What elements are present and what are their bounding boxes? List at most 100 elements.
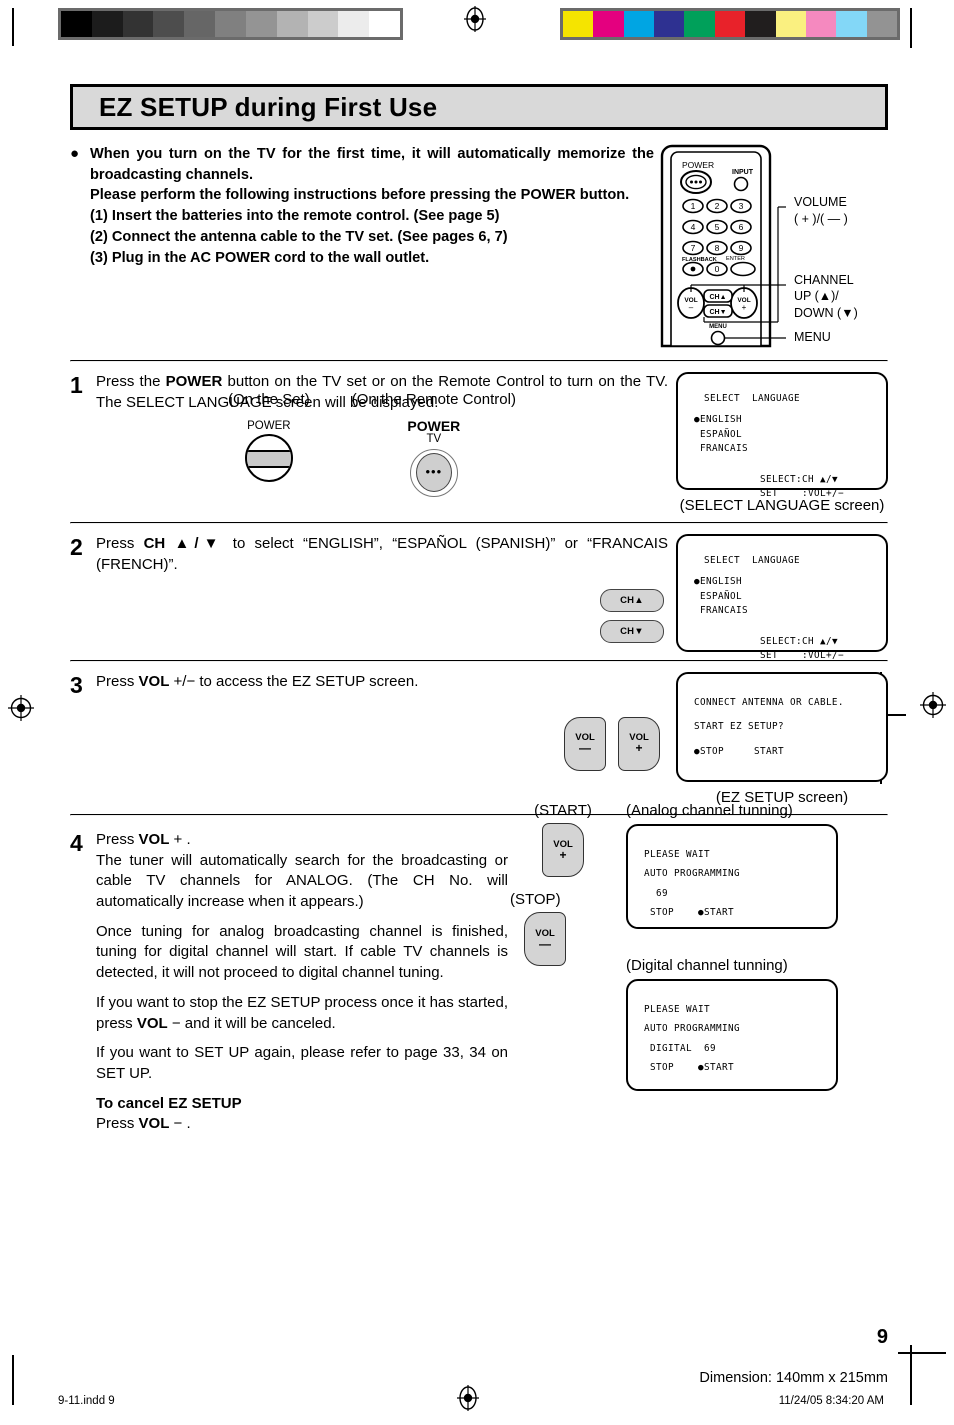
step-4-para-tuner: The tuner will automatically search for … <box>96 851 508 911</box>
remote-power-label: POWER <box>407 418 461 435</box>
svg-text:ENTER: ENTER <box>726 256 745 262</box>
osd-option-espanol[interactable]: ESPAÑOL <box>694 428 874 442</box>
osd-option-francais[interactable]: FRANCAIS <box>694 604 874 618</box>
gray-swatch <box>122 11 154 37</box>
remote-control-diagram: POWER INPUT 1 2 3 4 5 6 7 8 9 FLASHBACK … <box>660 144 888 354</box>
color-swatch <box>623 11 655 37</box>
footer-filename: 9-11.indd 9 <box>58 1395 115 1407</box>
select-language-screen: SELECT LANGUAGE ●ENGLISH ESPAÑOL FRANCAI… <box>676 372 888 499</box>
callout-menu: MENU <box>794 330 831 344</box>
svg-text:2: 2 <box>715 201 720 211</box>
ch-down-button[interactable]: CH▼ <box>600 620 664 644</box>
color-calibration-bars <box>560 8 900 40</box>
color-swatch <box>593 11 624 37</box>
osd-stop-start-options[interactable]: STOP ●START <box>644 906 824 920</box>
osd-option-english[interactable]: ●ENGLISH <box>694 413 874 427</box>
gray-swatch <box>153 11 185 37</box>
osd-stop-start-options[interactable]: ●STOP START <box>694 745 874 759</box>
color-swatch <box>563 11 594 37</box>
osd-title: SELECT LANGUAGE <box>704 555 800 566</box>
osd-start-ez-setup: START EZ SETUP? <box>694 721 784 733</box>
ch-up-button[interactable]: CH▲ <box>600 589 664 613</box>
page-number: 9 <box>876 1326 888 1348</box>
svg-text:3: 3 <box>739 201 744 211</box>
gray-swatch <box>61 11 92 37</box>
step-3: 3 Press VOL +/− to access the EZ SETUP s… <box>70 662 888 814</box>
step-2-screen-column: SELECT LANGUAGE ●ENGLISH ESPAÑOL FRANCAI… <box>676 534 888 661</box>
color-swatch <box>805 11 837 37</box>
color-swatch <box>684 11 715 37</box>
step-4-buttons-column: (START) VOL + (STOP) VOL — <box>508 802 618 1135</box>
intro-line-1: When you turn on the TV for the first ti… <box>90 146 654 183</box>
step-number: 1 <box>70 372 83 398</box>
intro-line-2: Please perform the following instruction… <box>90 187 630 204</box>
callout-volume: VOLUME ( + )/( — ) <box>794 195 848 226</box>
step-4-text: Press VOL + . The tuner will automatical… <box>96 830 508 1135</box>
callout-channel: CHANNEL UP (▲)/ DOWN (▼) <box>794 273 858 320</box>
gray-swatch <box>184 11 216 37</box>
grayscale-calibration-bars <box>58 8 403 40</box>
svg-text:7: 7 <box>691 243 696 253</box>
osd-hint-select: SELECT:CH ▲/▼ <box>760 635 838 647</box>
on-the-remote-group: (On the Remote Control) POWER TV ••• <box>352 391 516 497</box>
svg-text:1: 1 <box>691 201 696 211</box>
stop-label: (STOP) <box>510 891 561 908</box>
registration-mark-icon <box>455 1385 481 1411</box>
osd-option-english[interactable]: ●ENGLISH <box>694 575 874 589</box>
registration-mark-icon <box>462 6 488 32</box>
osd-connect-antenna: CONNECT ANTENNA OR CABLE. <box>694 697 844 708</box>
intro-text-block: ● When you turn on the TV for the first … <box>70 144 654 354</box>
registration-mark-icon <box>920 692 946 718</box>
step-number: 2 <box>70 534 83 560</box>
crop-mark <box>12 1355 14 1405</box>
start-label: (START) <box>534 802 592 819</box>
step-number: 4 <box>70 830 83 856</box>
color-swatch <box>775 11 806 37</box>
gray-swatch <box>215 11 246 37</box>
osd-title: SELECT LANGUAGE <box>704 393 800 404</box>
on-the-remote-label: (On the Remote Control) <box>351 391 516 409</box>
intro-line-4: (2) Connect the antenna cable to the TV … <box>90 228 508 245</box>
step-number: 3 <box>70 672 83 698</box>
osd-hint-set: SET :VOL+/− <box>760 488 844 500</box>
page-title-bar: EZ SETUP during First Use <box>70 84 888 130</box>
osd-stop-start-options[interactable]: STOP ●START <box>644 1061 824 1075</box>
analog-tuning-screen: PLEASE WAIT AUTO PROGRAMMING 69 STOP ●ST… <box>626 824 838 929</box>
vol-keyword: VOL <box>138 673 170 690</box>
osd-auto-programming: AUTO PROGRAMMING <box>644 1023 740 1035</box>
vol-minus-button[interactable]: VOL — <box>564 716 606 771</box>
svg-text:6: 6 <box>739 222 744 232</box>
on-the-set-label: (On the Set) <box>228 391 310 409</box>
svg-text:4: 4 <box>691 222 696 232</box>
gray-swatch <box>91 11 123 37</box>
step-3-text: Press VOL +/− to access the EZ SETUP scr… <box>96 673 419 690</box>
power-keyword: POWER <box>165 373 223 390</box>
intro-section: ● When you turn on the TV for the first … <box>70 144 888 354</box>
vol-plus-button[interactable]: VOL + <box>618 716 660 771</box>
tv-set-power-button[interactable] <box>244 434 293 483</box>
step-2: 2 Press CH ▲/▼ to select “ENGLISH”, “ESP… <box>70 524 888 661</box>
cancel-heading: To cancel EZ SETUP <box>96 1094 242 1112</box>
manual-page: EZ SETUP during First Use ● When you tur… <box>70 84 888 1143</box>
step-4-para-stop: If you want to stop the EZ SETUP process… <box>96 993 508 1032</box>
osd-option-francais[interactable]: FRANCAIS <box>694 442 874 456</box>
svg-text:POWER: POWER <box>682 160 714 170</box>
ez-setup-screen: CONNECT ANTENNA OR CABLE. START EZ SETUP… <box>676 672 888 782</box>
stop-vol-minus-button[interactable]: VOL — <box>524 912 566 966</box>
step-4-screen-column: (Analog channel tunning) PLEASE WAIT AUT… <box>626 802 838 1135</box>
footer-timestamp: 11/24/05 8:34:20 AM <box>778 1395 884 1407</box>
analog-tuning-caption: (Analog channel tunning) <box>626 802 793 819</box>
osd-please-wait: PLEASE WAIT <box>644 1004 710 1015</box>
svg-text:8: 8 <box>715 243 720 253</box>
start-vol-plus-button[interactable]: VOL + <box>542 823 584 877</box>
registration-mark-icon <box>8 695 34 721</box>
svg-text:5: 5 <box>715 222 720 232</box>
page-title: EZ SETUP during First Use <box>99 91 438 122</box>
set-power-label: POWER <box>247 420 291 433</box>
crop-mark <box>898 1352 946 1354</box>
osd-option-espanol[interactable]: ESPAÑOL <box>694 590 874 604</box>
select-language-screen-2: SELECT LANGUAGE ●ENGLISH ESPAÑOL FRANCAI… <box>676 534 888 661</box>
remote-power-button[interactable]: ••• <box>409 448 458 497</box>
color-swatch <box>836 11 867 37</box>
digital-tuning-caption: (Digital channel tunning) <box>626 957 788 974</box>
